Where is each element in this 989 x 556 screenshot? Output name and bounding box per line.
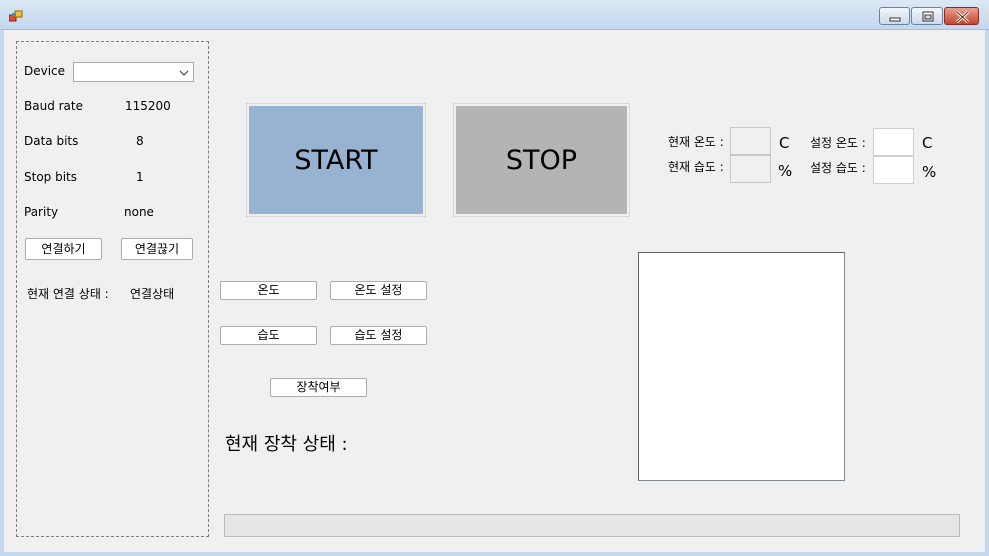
set-hum-label: 설정 습도 : bbox=[810, 161, 866, 175]
progress-bar bbox=[224, 514, 960, 537]
parity-label: Parity bbox=[24, 205, 59, 219]
connection-status-label: 현재 연결 상태 : bbox=[27, 287, 109, 301]
connect-button[interactable]: 연결하기 bbox=[25, 238, 102, 260]
app-icon bbox=[9, 10, 23, 22]
stop-bits-value: 1 bbox=[136, 170, 144, 184]
minimize-button[interactable] bbox=[879, 7, 910, 25]
wear-status-label: 현재 장착 상태 : bbox=[225, 434, 348, 455]
minimize-icon bbox=[889, 17, 901, 22]
set-temp-label: 설정 온도 : bbox=[810, 136, 866, 150]
connection-status-value: 연결상태 bbox=[130, 287, 175, 301]
current-temp-field bbox=[730, 127, 771, 155]
data-bits-label: Data bits bbox=[24, 134, 79, 148]
stop-button-label: STOP bbox=[456, 106, 627, 214]
start-button-label: START bbox=[249, 106, 423, 214]
stop-button[interactable]: STOP bbox=[453, 103, 630, 217]
baud-rate-label: Baud rate bbox=[24, 99, 83, 113]
set-temp-unit: C bbox=[922, 134, 933, 152]
device-select[interactable] bbox=[73, 62, 194, 82]
hum-set-button[interactable]: 습도 설정 bbox=[330, 326, 427, 345]
stop-bits-label: Stop bits bbox=[24, 170, 78, 184]
set-hum-unit: % bbox=[922, 163, 937, 181]
current-hum-field bbox=[730, 155, 771, 183]
set-hum-input[interactable] bbox=[873, 156, 914, 184]
disconnect-button[interactable]: 연결끊기 bbox=[121, 238, 193, 260]
maximize-icon bbox=[922, 11, 934, 22]
log-listbox[interactable] bbox=[638, 252, 845, 481]
start-button[interactable]: START bbox=[246, 103, 426, 217]
current-temp-label: 현재 온도 : bbox=[668, 135, 724, 149]
temp-set-button[interactable]: 온도 설정 bbox=[330, 281, 427, 300]
hum-button[interactable]: 습도 bbox=[220, 326, 317, 345]
parity-value: none bbox=[124, 205, 154, 219]
close-button[interactable] bbox=[944, 7, 979, 25]
chevron-down-icon bbox=[179, 70, 189, 76]
current-temp-unit: C bbox=[779, 134, 790, 152]
current-hum-unit: % bbox=[778, 162, 793, 180]
title-bar bbox=[0, 0, 989, 30]
device-label: Device bbox=[24, 64, 66, 78]
temp-button[interactable]: 온도 bbox=[220, 281, 317, 300]
close-icon bbox=[955, 10, 970, 24]
wear-check-button[interactable]: 장착여부 bbox=[270, 378, 367, 397]
current-hum-label: 현재 습도 : bbox=[668, 160, 724, 174]
baud-rate-value: 115200 bbox=[125, 99, 171, 113]
maximize-button[interactable] bbox=[911, 7, 943, 25]
set-temp-input[interactable] bbox=[873, 128, 914, 156]
data-bits-value: 8 bbox=[136, 134, 144, 148]
